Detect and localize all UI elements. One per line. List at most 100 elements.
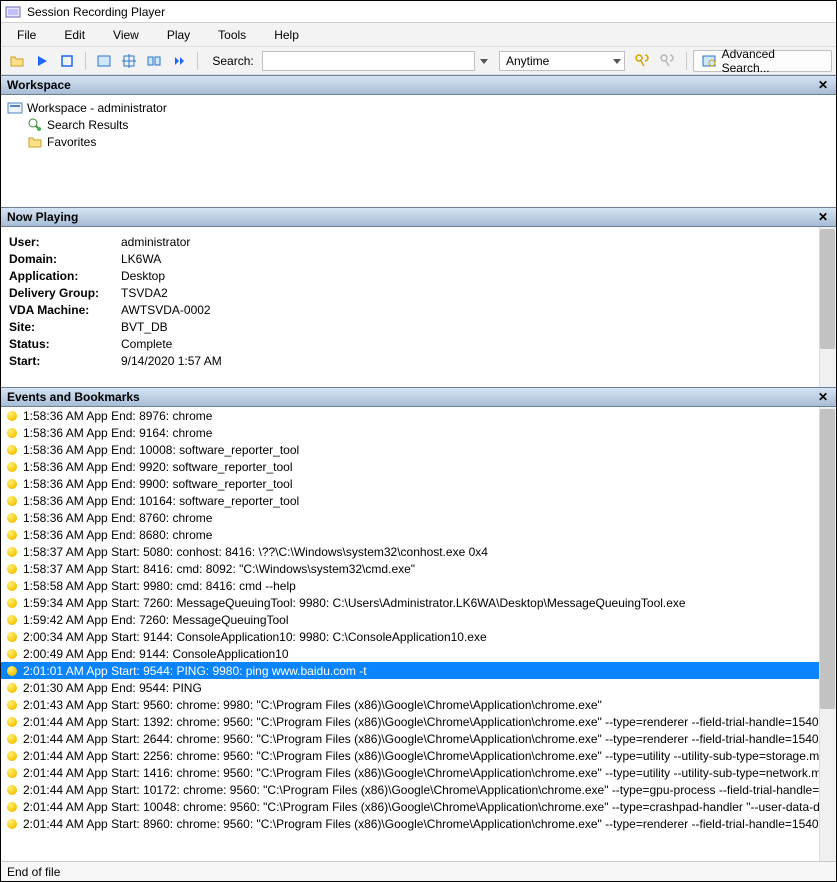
event-row[interactable]: 1:58:36 AM App End: 9900: software_repor… — [1, 475, 819, 492]
event-row[interactable]: 2:00:34 AM App Start: 9144: ConsoleAppli… — [1, 628, 819, 645]
menu-view[interactable]: View — [103, 26, 149, 44]
event-row[interactable]: 1:58:58 AM App Start: 9980: cmd: 8416: c… — [1, 577, 819, 594]
event-marker-icon — [7, 785, 17, 795]
event-row[interactable]: 1:58:36 AM App End: 9920: software_repor… — [1, 458, 819, 475]
menu-edit[interactable]: Edit — [54, 26, 95, 44]
event-row[interactable]: 2:01:44 AM App Start: 2256: chrome: 9560… — [1, 747, 819, 764]
favorites-node[interactable]: Favorites — [27, 133, 830, 150]
event-row[interactable]: 2:01:44 AM App Start: 1416: chrome: 9560… — [1, 764, 819, 781]
event-text: 2:00:34 AM App Start: 9144: ConsoleAppli… — [23, 630, 487, 644]
event-marker-icon — [7, 717, 17, 727]
event-text: 2:01:30 AM App End: 9544: PING — [23, 681, 202, 695]
event-marker-icon — [7, 632, 17, 642]
scale-button[interactable] — [92, 50, 115, 72]
nowplaying-close-button[interactable]: ✕ — [814, 210, 832, 224]
pan-button[interactable] — [117, 50, 140, 72]
event-row[interactable]: 2:01:44 AM App Start: 8960: chrome: 9560… — [1, 815, 819, 832]
event-text: 2:01:44 AM App Start: 2644: chrome: 9560… — [23, 732, 819, 746]
event-text: 1:58:36 AM App End: 9920: software_repor… — [23, 460, 293, 474]
event-row[interactable]: 2:01:43 AM App Start: 9560: chrome: 9980… — [1, 696, 819, 713]
np-domain-value: LK6WA — [121, 252, 161, 266]
event-marker-icon — [7, 411, 17, 421]
toolbar-separator — [686, 52, 687, 70]
event-row[interactable]: 1:58:37 AM App Start: 8416: cmd: 8092: "… — [1, 560, 819, 577]
stop-button[interactable] — [56, 50, 79, 72]
event-text: 1:59:34 AM App Start: 7260: MessageQueui… — [23, 596, 686, 610]
event-marker-icon — [7, 700, 17, 710]
events-body: 1:58:36 AM App End: 8976: chrome1:58:36 … — [1, 407, 836, 861]
event-row[interactable]: 1:58:36 AM App End: 9164: chrome — [1, 424, 819, 441]
event-text: 2:01:01 AM App Start: 9544: PING: 9980: … — [23, 664, 367, 678]
event-text: 1:58:36 AM App End: 10164: software_repo… — [23, 494, 299, 508]
event-marker-icon — [7, 564, 17, 574]
np-site-label: Site: — [9, 320, 121, 334]
skip-button[interactable] — [168, 50, 191, 72]
event-row[interactable]: 1:59:34 AM App Start: 7260: MessageQueui… — [1, 594, 819, 611]
advanced-search-button[interactable]: Advanced Search... — [693, 50, 832, 72]
event-text: 1:58:36 AM App End: 9900: software_repor… — [23, 477, 293, 491]
events-close-button[interactable]: ✕ — [814, 390, 832, 404]
search-clear-button[interactable] — [657, 50, 680, 72]
search-results-node[interactable]: Search Results — [27, 116, 830, 133]
search-dropdown-icon[interactable] — [477, 56, 491, 66]
menu-help[interactable]: Help — [264, 26, 309, 44]
events-scrollbar[interactable] — [819, 407, 836, 861]
event-marker-icon — [7, 445, 17, 455]
search-go-button[interactable] — [631, 50, 654, 72]
event-text: 1:58:37 AM App Start: 5080: conhost: 841… — [23, 545, 488, 559]
nowplaying-title: Now Playing — [7, 210, 78, 224]
event-marker-icon — [7, 802, 17, 812]
favorites-label: Favorites — [47, 135, 96, 149]
time-filter-dropdown[interactable]: Anytime — [499, 51, 625, 71]
np-start-value: 9/14/2020 1:57 AM — [121, 354, 222, 368]
event-text: 1:59:42 AM App End: 7260: MessageQueuing… — [23, 613, 289, 627]
event-marker-icon — [7, 649, 17, 659]
event-row[interactable]: 1:58:36 AM App End: 8976: chrome — [1, 407, 819, 424]
np-status-label: Status: — [9, 337, 121, 351]
event-row[interactable]: 2:01:30 AM App End: 9544: PING — [1, 679, 819, 696]
np-site-value: BVT_DB — [121, 320, 168, 334]
nowplaying-scrollbar[interactable] — [819, 227, 836, 387]
event-marker-icon — [7, 513, 17, 523]
event-marker-icon — [7, 428, 17, 438]
workspace-tree: Workspace - administrator Search Results… — [1, 95, 836, 207]
event-text: 1:58:36 AM App End: 10008: software_repo… — [23, 443, 299, 457]
event-row[interactable]: 2:01:01 AM App Start: 9544: PING: 9980: … — [1, 662, 819, 679]
search-input[interactable] — [262, 51, 476, 71]
event-marker-icon — [7, 581, 17, 591]
menu-play[interactable]: Play — [157, 26, 200, 44]
event-row[interactable]: 1:58:37 AM App Start: 5080: conhost: 841… — [1, 543, 819, 560]
np-application-value: Desktop — [121, 269, 165, 283]
event-text: 2:01:44 AM App Start: 1416: chrome: 9560… — [23, 766, 819, 780]
event-text: 1:58:36 AM App End: 8976: chrome — [23, 409, 212, 423]
nowplaying-body: User:administrator Domain:LK6WA Applicat… — [1, 227, 836, 387]
workspace-close-button[interactable]: ✕ — [814, 78, 832, 92]
event-row[interactable]: 1:58:36 AM App End: 8760: chrome — [1, 509, 819, 526]
event-row[interactable]: 2:01:44 AM App Start: 2644: chrome: 9560… — [1, 730, 819, 747]
event-text: 2:01:43 AM App Start: 9560: chrome: 9980… — [23, 698, 602, 712]
event-row[interactable]: 1:58:36 AM App End: 10008: software_repo… — [1, 441, 819, 458]
events-header: Events and Bookmarks ✕ — [1, 387, 836, 407]
event-text: 1:58:36 AM App End: 8760: chrome — [23, 511, 212, 525]
workspace-root[interactable]: Workspace - administrator — [7, 99, 830, 116]
play-button[interactable] — [30, 50, 53, 72]
event-row[interactable]: 2:00:49 AM App End: 9144: ConsoleApplica… — [1, 645, 819, 662]
event-row[interactable]: 2:01:44 AM App Start: 10048: chrome: 956… — [1, 798, 819, 815]
event-row[interactable]: 1:58:36 AM App End: 10164: software_repo… — [1, 492, 819, 509]
open-folder-button[interactable] — [5, 50, 28, 72]
fit-button[interactable] — [143, 50, 166, 72]
event-row[interactable]: 1:58:36 AM App End: 8680: chrome — [1, 526, 819, 543]
statusbar: End of file — [1, 861, 836, 881]
event-row[interactable]: 2:01:44 AM App Start: 1392: chrome: 9560… — [1, 713, 819, 730]
menu-tools[interactable]: Tools — [208, 26, 256, 44]
events-list[interactable]: 1:58:36 AM App End: 8976: chrome1:58:36 … — [1, 407, 819, 861]
event-marker-icon — [7, 734, 17, 744]
event-marker-icon — [7, 496, 17, 506]
chevron-down-icon — [612, 56, 622, 66]
event-row[interactable]: 1:59:42 AM App End: 7260: MessageQueuing… — [1, 611, 819, 628]
event-text: 1:58:36 AM App End: 8680: chrome — [23, 528, 212, 542]
menu-file[interactable]: File — [7, 26, 46, 44]
event-marker-icon — [7, 547, 17, 557]
event-row[interactable]: 2:01:44 AM App Start: 10172: chrome: 956… — [1, 781, 819, 798]
nowplaying-header: Now Playing ✕ — [1, 207, 836, 227]
